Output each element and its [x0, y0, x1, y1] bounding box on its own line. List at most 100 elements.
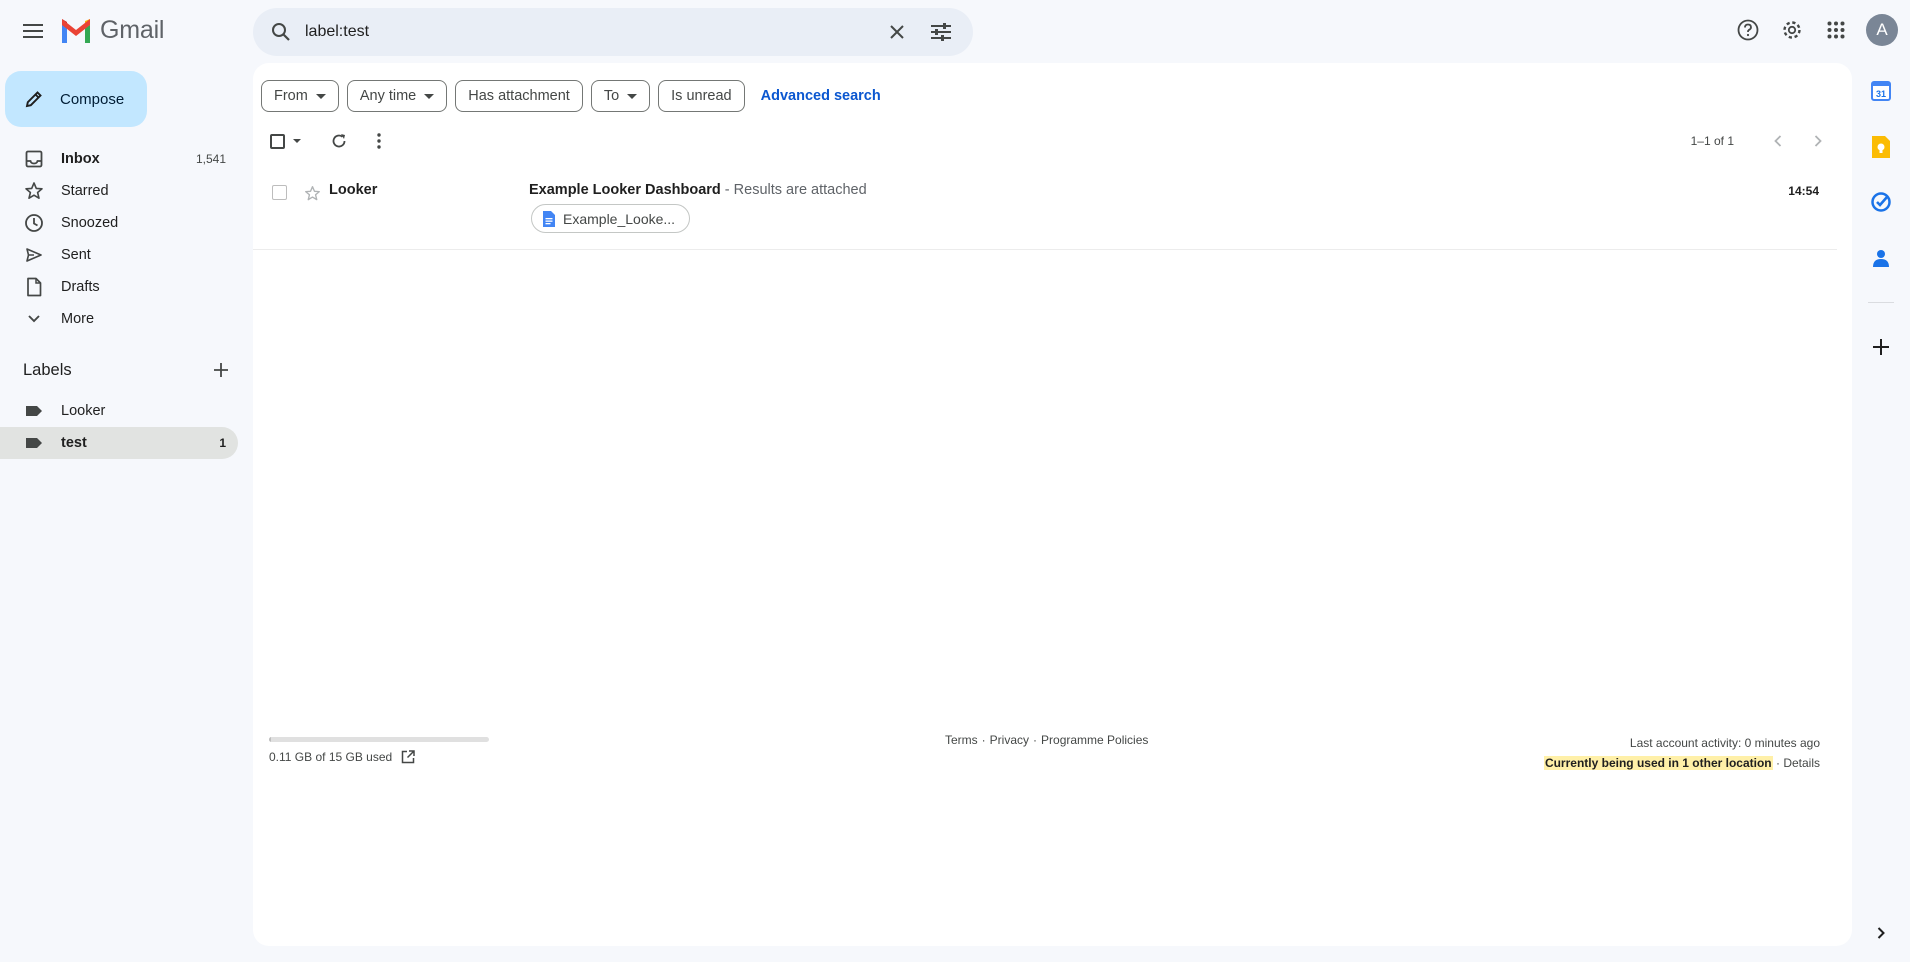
row-checkbox[interactable]: [272, 185, 287, 200]
refresh-button[interactable]: [319, 125, 359, 157]
storage-fill: [269, 737, 271, 742]
compose-label: Compose: [60, 90, 125, 108]
nav-item-snoozed[interactable]: Snoozed: [0, 207, 238, 239]
attachment-chip[interactable]: Example_Looke...: [531, 204, 691, 233]
filter-from[interactable]: From: [261, 80, 339, 112]
search-filter-chips: From Any time Has attachment To Is unrea…: [261, 80, 881, 112]
subject: Example Looker Dashboard: [529, 182, 721, 198]
older-button[interactable]: [1804, 125, 1832, 157]
close-icon: [890, 25, 904, 39]
chip-label: From: [274, 88, 308, 104]
refresh-icon: [332, 134, 346, 148]
storage-info: 0.11 GB of 15 GB used: [269, 737, 489, 764]
chevron-right-icon: [1814, 135, 1822, 147]
help-button[interactable]: [1728, 10, 1768, 50]
chevron-down-icon: [24, 309, 44, 329]
get-addons-button[interactable]: [1863, 329, 1899, 365]
select-all-checkbox[interactable]: [265, 125, 289, 157]
filter-any-time[interactable]: Any time: [346, 80, 448, 112]
account-avatar[interactable]: A: [1866, 14, 1898, 46]
nav-label: Drafts: [61, 279, 100, 295]
search-button[interactable]: [257, 8, 305, 56]
tasks-app-button[interactable]: [1863, 184, 1899, 220]
more-vert-icon: [377, 133, 381, 149]
nav-label: More: [61, 311, 95, 327]
other-location-warning: Currently being used in 1 other location: [1543, 756, 1773, 770]
star-toggle[interactable]: [300, 181, 324, 205]
label-count: 1: [219, 436, 226, 450]
side-panel-divider: [1868, 302, 1894, 303]
keep-app-button[interactable]: [1863, 129, 1899, 165]
compose-button[interactable]: Compose: [5, 71, 147, 127]
contacts-icon: [1873, 250, 1889, 267]
activity-details-link[interactable]: Details: [1783, 756, 1820, 770]
policies-link[interactable]: Programme Policies: [1041, 733, 1148, 747]
label-item-test[interactable]: test 1: [0, 427, 238, 459]
label-item-looker[interactable]: Looker: [0, 395, 238, 427]
clear-search-button[interactable]: [875, 10, 919, 54]
labels-title: Labels: [23, 360, 72, 379]
unread-count: 1,541: [195, 152, 226, 166]
nav-item-drafts[interactable]: Drafts: [0, 271, 238, 303]
checkbox-box: [269, 133, 285, 149]
pagination-text: 1–1 of 1: [1690, 134, 1734, 148]
nav-label: Snoozed: [61, 215, 119, 231]
search-bar: [253, 8, 973, 56]
nav-item-inbox[interactable]: Inbox 1,541: [0, 143, 238, 175]
subject-line: Example Looker Dashboard - Results are a…: [529, 182, 867, 198]
manage-storage-link[interactable]: [401, 750, 415, 764]
pagination: 1–1 of 1: [1691, 125, 1832, 157]
filter-is-unread[interactable]: Is unread: [658, 80, 745, 112]
inbox-icon: [24, 149, 44, 169]
star-icon: [24, 181, 44, 201]
newer-button[interactable]: [1764, 125, 1792, 157]
filter-has-attachment[interactable]: Has attachment: [455, 80, 583, 112]
last-activity-text: Last account activity: 0 minutes ago: [1629, 736, 1820, 750]
attachment-name: Example_Looke...: [563, 210, 676, 227]
email-row[interactable]: Looker Example Looker Dashboard - Result…: [253, 166, 1837, 250]
contacts-app-button[interactable]: [1863, 240, 1899, 276]
nav-label: Sent: [61, 247, 91, 263]
app-name: Gmail: [100, 16, 165, 44]
open-external-icon: [401, 750, 415, 764]
email-time: 14:54: [1788, 184, 1819, 198]
more-actions-button[interactable]: [359, 125, 399, 157]
footer-links: Terms · Privacy · Programme Policies: [945, 733, 1149, 747]
show-side-panel-button[interactable]: [1863, 915, 1899, 951]
chip-label: Any time: [359, 88, 417, 104]
search-input[interactable]: [305, 23, 875, 41]
keep-icon: [1872, 136, 1890, 158]
labels-list: Looker test 1: [0, 395, 238, 459]
star-icon: [304, 185, 320, 200]
terms-link[interactable]: Terms: [945, 733, 978, 747]
gmail-logo[interactable]: Gmail: [60, 16, 164, 45]
main-content: From Any time Has attachment To Is unrea…: [253, 63, 1852, 946]
advanced-search-link[interactable]: Advanced search: [761, 88, 881, 104]
nav-item-starred[interactable]: Starred: [0, 175, 238, 207]
sender-name: Looker: [329, 182, 378, 198]
storage-text: 0.11 GB of 15 GB used: [269, 750, 393, 764]
nav-label: Starred: [61, 183, 109, 199]
main-nav: Inbox 1,541 Starred Snoozed Sent Drafts …: [0, 143, 238, 335]
chip-label: Is unread: [671, 88, 732, 104]
apps-button[interactable]: [1816, 10, 1856, 50]
nav-item-more[interactable]: More: [0, 303, 238, 335]
apps-grid-icon: [1827, 21, 1845, 39]
search-options-button[interactable]: [919, 10, 963, 54]
gmail-m-icon: [62, 18, 90, 43]
filter-to[interactable]: To: [590, 80, 651, 112]
send-icon: [24, 245, 44, 265]
dropdown-arrow-icon: [293, 139, 301, 143]
search-icon: [272, 23, 290, 41]
storage-bar: [269, 737, 489, 742]
tasks-icon: [1871, 192, 1891, 212]
nav-item-sent[interactable]: Sent: [0, 239, 238, 271]
select-options-button[interactable]: [289, 125, 305, 157]
side-panel: 31: [1852, 63, 1910, 962]
create-label-button[interactable]: [209, 358, 233, 382]
chip-label: To: [603, 88, 620, 104]
privacy-link[interactable]: Privacy: [990, 733, 1029, 747]
calendar-app-button[interactable]: 31: [1863, 73, 1899, 109]
main-menu-button[interactable]: [18, 16, 48, 46]
settings-button[interactable]: [1772, 10, 1812, 50]
